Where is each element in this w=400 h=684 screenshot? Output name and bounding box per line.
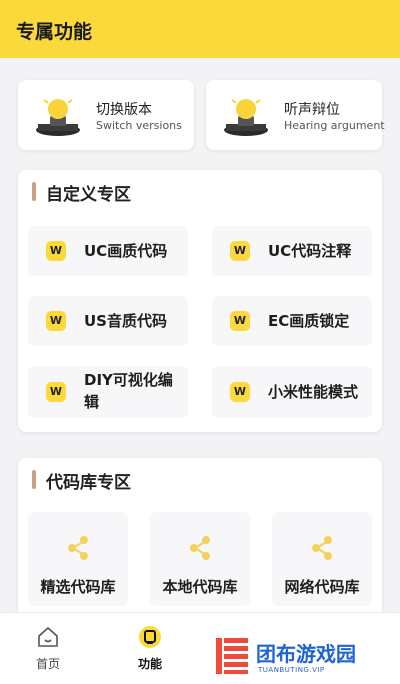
- item-diy-visual-edit[interactable]: W DIY可视化编辑: [28, 366, 188, 418]
- share-icon: [190, 536, 210, 560]
- item-label: DIY可视化编辑: [84, 371, 173, 411]
- page-title: 专属功能: [16, 21, 93, 43]
- item-label: US音质代码: [84, 312, 167, 330]
- item-us-audio-code[interactable]: W US音质代码: [28, 296, 188, 346]
- item-label: UC代码注释: [268, 242, 352, 260]
- watermark-icon: [216, 638, 248, 674]
- section-bar: [32, 182, 36, 201]
- watermark-subtext: TUANBUTING.VIP: [258, 666, 325, 674]
- tab-function[interactable]: 功能: [110, 613, 190, 684]
- item-label: 小米性能模式: [268, 383, 359, 401]
- library-network[interactable]: 网络代码库: [272, 512, 372, 606]
- lamp-icon: [224, 99, 268, 136]
- watermark-logo: 团布游戏园 TUANBUTING.VIP: [216, 632, 400, 684]
- library-label: 本地代码库: [162, 578, 238, 596]
- custom-section: 自定义专区 W UC画质代码 W UC代码注释 W US音质代码 W EC画质锁…: [18, 170, 382, 432]
- w-badge-icon: W: [230, 241, 250, 261]
- card-subtitle: Switch versions: [96, 119, 182, 132]
- app-header: 专属功能: [0, 0, 400, 58]
- library-label: 精选代码库: [40, 578, 116, 596]
- watermark-text: 团布游戏园: [256, 642, 356, 666]
- section-bar: [32, 470, 36, 489]
- w-badge-icon: W: [230, 311, 250, 331]
- tab-label: 功能: [137, 657, 162, 671]
- section-title-text: 代码库专区: [46, 473, 131, 493]
- w-badge-icon: W: [46, 382, 66, 402]
- item-uc-quality-code[interactable]: W UC画质代码: [28, 226, 188, 276]
- card-subtitle: Hearing argument: [284, 119, 385, 132]
- function-icon: [139, 626, 161, 648]
- item-xiaomi-performance[interactable]: W 小米性能模式: [212, 366, 372, 418]
- library-local[interactable]: 本地代码库: [150, 512, 250, 606]
- library-label: 网络代码库: [284, 578, 360, 596]
- card-title: 听声辩位: [284, 102, 340, 118]
- item-label: UC画质代码: [84, 242, 168, 260]
- hearing-argument-card[interactable]: 听声辩位 Hearing argument: [206, 80, 385, 150]
- home-icon: [38, 627, 58, 647]
- tab-label: 首页: [35, 657, 60, 671]
- library-section: 代码库专区 精选代码库 本地代码库 网络代码库: [18, 458, 382, 628]
- card-title: 切换版本: [96, 102, 152, 118]
- item-uc-code-comment[interactable]: W UC代码注释: [212, 226, 372, 276]
- item-label: EC画质锁定: [268, 312, 350, 330]
- w-badge-icon: W: [230, 382, 250, 402]
- w-badge-icon: W: [46, 241, 66, 261]
- lamp-icon: [36, 99, 80, 136]
- w-badge-icon: W: [46, 311, 66, 331]
- share-icon: [68, 536, 88, 560]
- share-icon: [312, 536, 332, 560]
- tab-home[interactable]: 首页: [8, 613, 88, 684]
- library-featured[interactable]: 精选代码库: [28, 512, 128, 606]
- section-title-text: 自定义专区: [46, 185, 131, 205]
- switch-versions-card[interactable]: 切换版本 Switch versions: [18, 80, 194, 150]
- item-ec-quality-lock[interactable]: W EC画质锁定: [212, 296, 372, 346]
